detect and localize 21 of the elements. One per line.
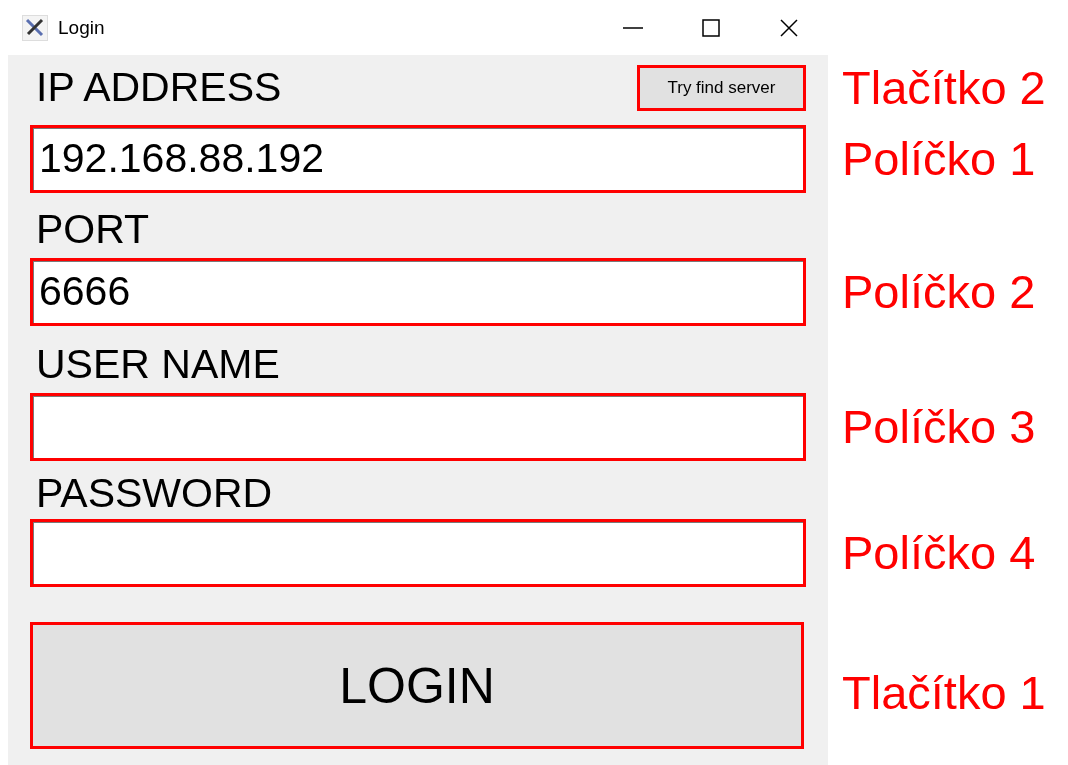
- field-label: PORT: [35, 205, 150, 253]
- maximize-icon: [701, 17, 721, 38]
- annotation-label: Tlačítko 2: [842, 60, 1046, 115]
- annotation-label: Tlačítko 1: [842, 665, 1046, 720]
- annotation-label: Políčko 2: [842, 264, 1036, 319]
- close-icon: [779, 17, 799, 38]
- find-server-button[interactable]: Try find server: [637, 64, 806, 111]
- input-field[interactable]: 192.168.88.192: [30, 124, 806, 193]
- annotation-label: Políčko 3: [842, 399, 1036, 454]
- field-label: USER NAME: [35, 340, 280, 388]
- tools-icon: [22, 14, 48, 41]
- annotation-label: Políčko 4: [842, 525, 1036, 580]
- window-title: Login: [58, 16, 106, 39]
- field-label: IP ADDRESS: [35, 64, 282, 111]
- login-button[interactable]: LOGIN: [30, 622, 804, 749]
- input-field[interactable]: 6666: [30, 257, 806, 326]
- input-field[interactable]: [30, 518, 806, 587]
- minimize-icon: [623, 26, 643, 29]
- field-label: PASSWORD: [35, 469, 273, 517]
- annotation-label: Políčko 1: [842, 131, 1036, 186]
- input-field[interactable]: [30, 392, 806, 461]
